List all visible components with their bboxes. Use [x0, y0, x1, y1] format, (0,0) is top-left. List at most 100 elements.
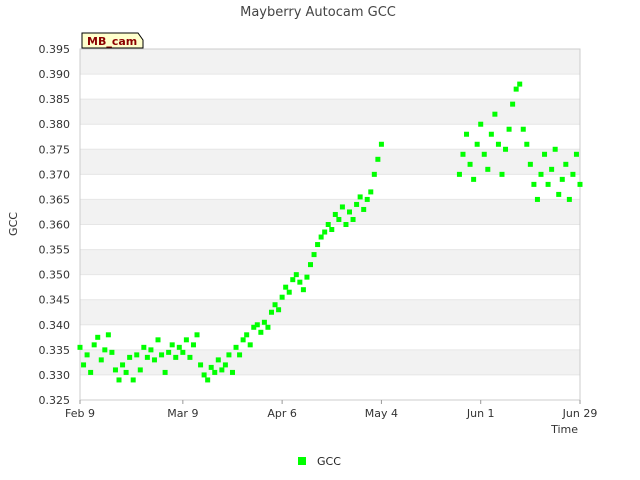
- data-point: [577, 181, 583, 187]
- data-point: [159, 352, 165, 358]
- data-point: [219, 367, 225, 373]
- chart-title: Mayberry Autocam GCC: [240, 5, 396, 20]
- data-point: [88, 369, 94, 375]
- data-point: [495, 141, 501, 147]
- plot-band: [80, 49, 580, 75]
- data-point: [95, 334, 101, 340]
- data-point: [534, 196, 540, 202]
- data-point: [573, 151, 579, 157]
- data-point: [222, 362, 228, 368]
- data-point: [499, 171, 505, 177]
- data-point: [187, 354, 193, 360]
- data-point: [229, 369, 235, 375]
- y-tick-label: 0.340: [39, 319, 71, 332]
- y-tick-label: 0.345: [39, 294, 71, 307]
- data-point: [542, 151, 548, 157]
- y-tick-label: 0.395: [39, 43, 71, 56]
- data-point: [237, 352, 243, 358]
- x-axis-label: Time: [550, 423, 578, 436]
- x-tick-label: Mar 9: [167, 407, 198, 420]
- data-point: [545, 181, 551, 187]
- data-point: [368, 189, 374, 195]
- data-point: [524, 141, 530, 147]
- x-tick-label: Feb 9: [65, 407, 95, 420]
- data-point: [148, 347, 154, 353]
- data-point: [116, 377, 122, 383]
- data-point: [283, 284, 289, 290]
- data-point: [81, 362, 87, 368]
- data-point: [293, 272, 299, 278]
- y-tick-label: 0.365: [39, 193, 71, 206]
- data-point: [325, 222, 331, 227]
- data-point: [570, 171, 576, 177]
- data-point: [130, 377, 136, 383]
- plot-band: [80, 349, 580, 375]
- data-point: [205, 377, 211, 383]
- data-point: [123, 369, 129, 375]
- data-point: [527, 161, 533, 167]
- y-tick-label: 0.375: [39, 143, 71, 156]
- plot-band: [80, 149, 580, 175]
- data-point: [357, 194, 363, 200]
- data-point: [102, 347, 108, 353]
- data-point: [520, 126, 526, 132]
- data-point: [517, 81, 523, 87]
- data-point: [552, 146, 558, 152]
- data-point: [506, 126, 512, 132]
- data-point: [98, 357, 104, 363]
- plot-band: [80, 199, 580, 225]
- data-point: [350, 216, 356, 222]
- data-point: [268, 309, 274, 315]
- data-point: [91, 342, 97, 348]
- data-point: [276, 307, 282, 313]
- y-tick-label: 0.380: [39, 118, 71, 131]
- legend-label: GCC: [317, 455, 341, 468]
- data-point: [311, 252, 317, 258]
- data-point: [307, 262, 313, 268]
- plot-band: [80, 99, 580, 125]
- data-point: [155, 337, 161, 343]
- y-tick-label: 0.355: [39, 244, 71, 257]
- data-point: [322, 229, 328, 235]
- y-tick-label: 0.360: [39, 219, 71, 232]
- data-point: [286, 289, 292, 295]
- plot-band: [80, 174, 580, 200]
- data-point: [134, 352, 140, 358]
- y-tick-label: 0.325: [39, 394, 71, 407]
- y-tick-label: 0.330: [39, 369, 71, 382]
- data-point: [566, 196, 572, 202]
- data-point: [378, 141, 384, 147]
- data-point: [471, 176, 477, 182]
- data-point: [549, 166, 555, 172]
- data-point: [109, 349, 115, 355]
- data-point: [141, 344, 147, 350]
- data-point: [169, 342, 175, 348]
- data-point: [464, 131, 470, 137]
- legend: GCC: [298, 455, 341, 468]
- plot-band: [80, 74, 580, 100]
- data-point: [329, 227, 335, 233]
- data-point: [105, 332, 111, 338]
- data-point: [364, 196, 370, 202]
- y-tick-label: 0.335: [39, 344, 71, 357]
- data-point: [162, 369, 168, 375]
- data-point: [556, 191, 562, 197]
- x-tick-label: Apr 6: [267, 407, 297, 420]
- data-point: [503, 146, 509, 152]
- badge-label: MB_cam: [87, 35, 137, 48]
- data-point: [563, 161, 569, 167]
- data-point: [194, 332, 200, 338]
- data-point: [201, 372, 207, 378]
- y-tick-label: 0.385: [39, 93, 71, 106]
- data-point: [173, 354, 179, 360]
- data-point: [265, 324, 271, 330]
- data-point: [361, 206, 367, 212]
- data-point: [208, 364, 214, 370]
- data-point: [77, 344, 83, 350]
- data-point: [144, 354, 150, 360]
- plot-band: [80, 374, 580, 400]
- data-point: [336, 216, 342, 222]
- site-badge: MB_cam: [81, 32, 144, 49]
- data-point: [290, 277, 296, 283]
- data-point: [538, 171, 544, 177]
